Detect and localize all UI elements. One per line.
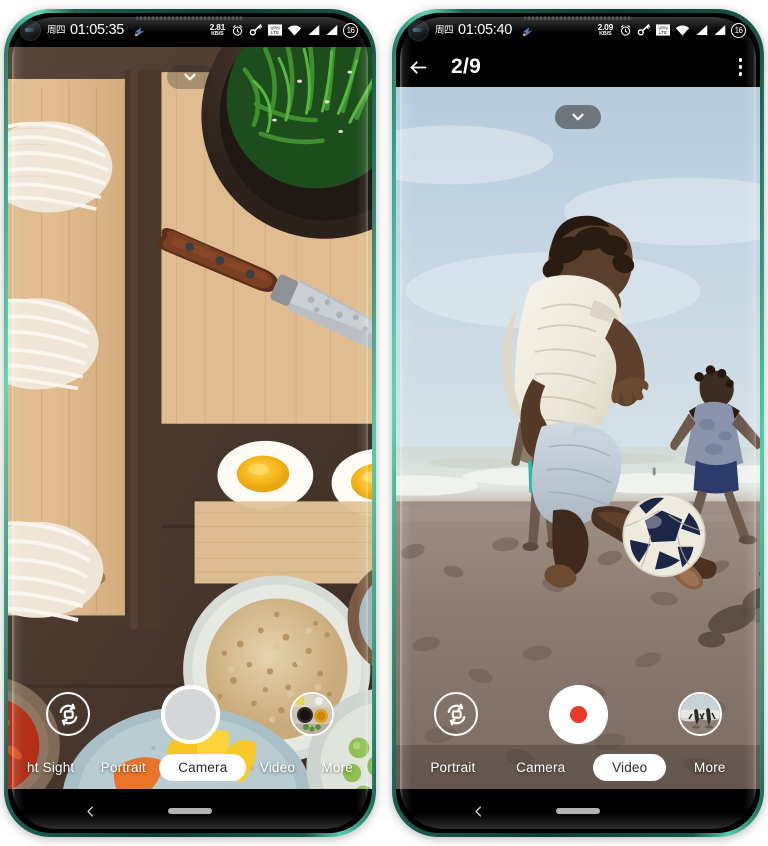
more-options-icon[interactable] — [735, 54, 747, 80]
vpn-icon: VPN LTE — [268, 24, 282, 36]
viewfinder-right[interactable]: Portrait Camera Video More — [396, 87, 760, 789]
mode-more[interactable]: More — [681, 755, 739, 780]
switch-camera-icon[interactable] — [434, 692, 478, 736]
app-notification-icon — [133, 25, 146, 38]
app-bar-right: 2/9 — [396, 47, 760, 87]
system-nav-bar-left — [8, 789, 372, 833]
status-bar-right-group: 2.81 KB/S VPN LTE 16 — [209, 21, 358, 38]
network-speed-indicator: 2.09 KB/S — [597, 21, 614, 37]
mode-camera[interactable]: Camera — [503, 755, 578, 780]
camera-mode-bar-left[interactable]: ht Sight Portrait Camera Video More — [8, 745, 372, 789]
signal-1-icon — [695, 24, 708, 36]
status-bar-right-group: 2.09 KB/S VPN LTE 16 — [597, 21, 746, 38]
gallery-thumbnail[interactable] — [678, 692, 722, 736]
screen-right: 周四 01:05:40 2.09 KB/S VPN LTE 16 2/9 Por… — [396, 13, 760, 833]
battery-indicator: 16 — [731, 22, 746, 38]
status-bar-left-group: 周四 01:05:35 — [20, 19, 210, 41]
alarm-icon — [231, 24, 244, 37]
phone-left: 周四 01:05:35 2.81 KB/S VPN LTE 16 ht Sigh… — [4, 9, 376, 837]
camera-controls-right — [396, 683, 760, 745]
status-bar-left-group: 周四 01:05:40 — [408, 19, 598, 41]
status-weekday: 周四 — [47, 25, 66, 37]
mode-night-sight[interactable]: ht Sight — [14, 755, 87, 780]
signal-2-icon — [713, 24, 726, 36]
network-speed-indicator: 2.81 KB/S — [209, 21, 226, 37]
mode-camera[interactable]: Camera — [159, 753, 247, 781]
status-clock: 01:05:35 — [70, 21, 125, 38]
mode-portrait[interactable]: Portrait — [417, 755, 488, 780]
nav-home-indicator[interactable] — [168, 808, 212, 814]
mode-portrait[interactable]: Portrait — [88, 755, 159, 780]
app-notification-icon — [521, 25, 534, 38]
key-icon — [249, 23, 263, 37]
nav-home-indicator[interactable] — [556, 808, 600, 814]
front-camera-punch-hole-icon — [20, 19, 41, 41]
svg-text:LTE: LTE — [659, 30, 667, 35]
mode-video[interactable]: Video — [593, 753, 667, 781]
photo-food-overhead — [8, 47, 372, 789]
record-button[interactable] — [548, 684, 608, 744]
camera-controls-left — [8, 683, 372, 745]
earpiece-speaker-icon — [136, 16, 244, 20]
phone-right: 周四 01:05:40 2.09 KB/S VPN LTE 16 2/9 Por… — [392, 9, 764, 837]
gallery-thumbnail[interactable] — [290, 692, 334, 736]
alarm-icon — [619, 24, 632, 37]
viewfinder-left[interactable]: ht Sight Portrait Camera Video More — [8, 47, 372, 789]
two-phone-scene: 周四 01:05:35 2.81 KB/S VPN LTE 16 ht Sigh… — [0, 0, 768, 846]
record-dot-icon — [569, 705, 587, 723]
vpn-icon: VPN LTE — [656, 24, 670, 36]
nav-back-icon[interactable] — [465, 798, 491, 824]
wifi-icon — [287, 24, 302, 37]
shutter-button[interactable] — [160, 684, 220, 744]
earpiece-speaker-icon — [524, 16, 632, 20]
back-arrow-icon[interactable] — [408, 57, 429, 78]
expand-settings-chevron-down-icon[interactable] — [167, 65, 213, 89]
switch-camera-icon[interactable] — [46, 692, 90, 736]
svg-text:LTE: LTE — [271, 30, 279, 35]
mode-more[interactable]: More — [308, 755, 366, 780]
nav-back-icon[interactable] — [77, 798, 103, 824]
key-icon — [637, 23, 651, 37]
phone-bezel-left: 周四 01:05:35 2.81 KB/S VPN LTE 16 ht Sigh… — [8, 13, 372, 833]
signal-1-icon — [307, 24, 320, 36]
screen-left: 周四 01:05:35 2.81 KB/S VPN LTE 16 ht Sigh… — [8, 13, 372, 833]
wifi-icon — [675, 24, 690, 37]
phone-bezel-right: 周四 01:05:40 2.09 KB/S VPN LTE 16 2/9 Por… — [396, 13, 760, 833]
page-title: 2/9 — [451, 55, 482, 78]
mode-video[interactable]: Video — [247, 755, 308, 780]
signal-2-icon — [325, 24, 338, 36]
battery-indicator: 16 — [343, 22, 358, 38]
system-nav-bar-right — [396, 789, 760, 833]
camera-mode-bar-right[interactable]: Portrait Camera Video More — [396, 745, 760, 789]
status-weekday: 周四 — [435, 25, 454, 37]
status-clock: 01:05:40 — [458, 21, 513, 38]
expand-settings-chevron-down-icon[interactable] — [555, 105, 601, 129]
front-camera-punch-hole-icon — [408, 19, 429, 41]
